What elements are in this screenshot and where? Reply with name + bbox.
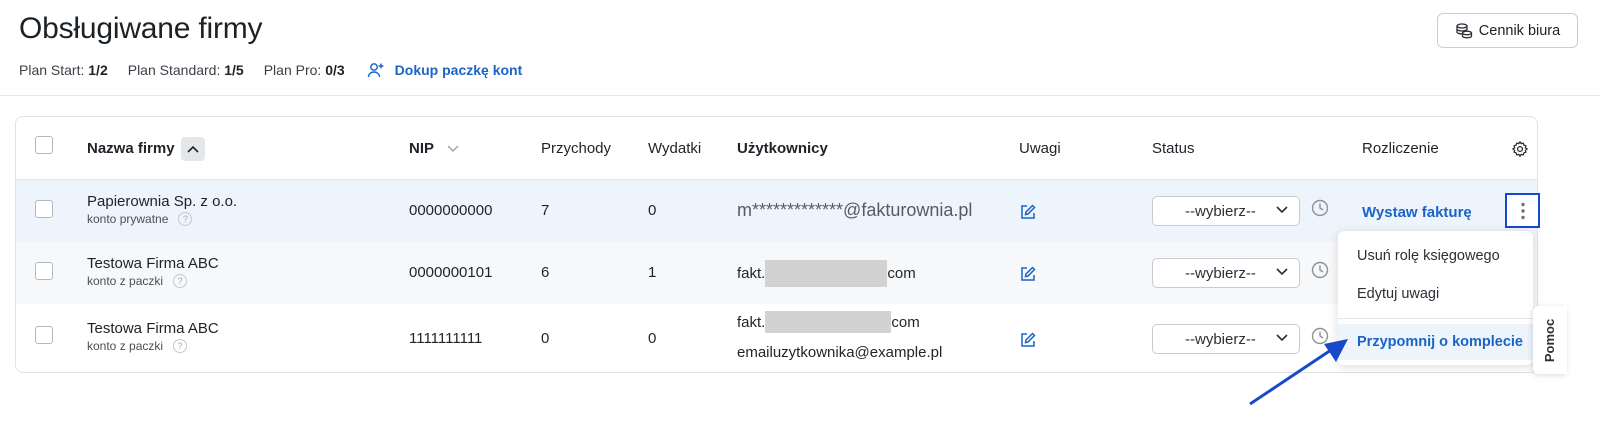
nip-value: 0000000000 (409, 202, 493, 219)
company-name: Testowa Firma ABC (87, 320, 219, 337)
row-checkbox[interactable] (35, 200, 53, 218)
select-all-checkbox[interactable] (35, 136, 53, 154)
help-icon[interactable]: ? (173, 339, 188, 353)
column-status: Status (1152, 140, 1195, 157)
help-icon[interactable]: ? (173, 274, 188, 288)
chevron-up-icon (186, 145, 199, 153)
plan-standard: Plan Standard: 1/5 (127, 62, 244, 78)
annotation-arrow-icon (1249, 339, 1348, 406)
page-title: Obsługiwane firmy (19, 12, 263, 45)
table-row[interactable]: Testowa Firma ABC konto z paczki ? 00000… (16, 242, 1537, 304)
column-income: Przychody (541, 140, 612, 157)
kebab-icon (1520, 202, 1525, 219)
income-value: 6 (541, 264, 550, 281)
help-icon[interactable]: ? (178, 212, 193, 226)
gear-icon (1511, 140, 1529, 157)
column-billing: Rozliczenie (1362, 140, 1439, 157)
help-tab[interactable]: Pomoc (1533, 306, 1567, 374)
edit-icon[interactable] (1019, 331, 1037, 349)
table-row[interactable]: Papierownia Sp. z o.o. konto prywatne ? … (16, 180, 1537, 242)
row-checkbox[interactable] (35, 326, 53, 344)
nip-value: 1111111111 (409, 330, 483, 347)
clock-icon[interactable] (1311, 261, 1329, 279)
clock-icon[interactable] (1311, 199, 1329, 217)
plan-start: Plan Start: 1/2 (19, 62, 108, 78)
more-actions-button[interactable] (1505, 193, 1540, 228)
chevron-down-icon (1276, 268, 1288, 276)
column-users: Użytkownicy (737, 140, 828, 157)
row-checkbox[interactable] (35, 262, 53, 280)
income-value: 7 (541, 202, 550, 219)
company-name: Papierownia Sp. z o.o. (87, 193, 238, 210)
user-email: fakt. com (737, 260, 916, 287)
edit-icon[interactable] (1019, 203, 1037, 221)
price-list-button[interactable]: Cennik biura (1437, 13, 1578, 48)
header-divider (0, 95, 1600, 96)
user-email-secondary: emailuzytkownika@example.pl (737, 344, 943, 361)
company-cell: Testowa Firma ABC konto z paczki ? (87, 255, 219, 288)
company-cell: Papierownia Sp. z o.o. konto prywatne ? (87, 193, 237, 226)
redacted-block (765, 311, 892, 333)
chevron-down-icon (447, 145, 459, 152)
status-select[interactable]: --wybierz-- (1152, 196, 1300, 226)
column-nip[interactable]: NIP (409, 117, 460, 180)
expenses-value: 1 (648, 264, 657, 281)
redacted-block (765, 260, 888, 287)
status-select[interactable]: --wybierz-- (1152, 258, 1300, 288)
menu-remove-accountant-role[interactable]: Usuń rolę księgowego (1357, 248, 1500, 264)
account-type: konto z paczki (87, 339, 164, 353)
expenses-value: 0 (648, 202, 657, 219)
account-type: konto z paczki (87, 274, 164, 288)
company-name: Testowa Firma ABC (87, 255, 219, 272)
sort-asc-button[interactable] (180, 136, 205, 161)
table-header: Nazwa firmy NIP Przychody Wydatki Użytko… (16, 117, 1537, 180)
nip-value: 0000000101 (409, 264, 493, 281)
user-email: fakt. com (737, 311, 920, 333)
menu-edit-notes[interactable]: Edytuj uwagi (1357, 286, 1439, 302)
company-cell: Testowa Firma ABC konto z paczki ? (87, 320, 219, 353)
menu-divider (1338, 318, 1533, 319)
plan-pro: Plan Pro: 0/3 (263, 62, 345, 78)
add-user-icon (367, 63, 384, 78)
coins-icon (1456, 22, 1472, 38)
user-email: m*************@fakturownia.pl (737, 200, 973, 220)
row-actions-menu: Usuń rolę księgowego Edytuj uwagi Przypo… (1338, 231, 1533, 365)
column-notes: Uwagi (1019, 140, 1061, 157)
menu-remind-documents[interactable]: Przypomnij o komplecie (1357, 334, 1523, 350)
buy-accounts-link[interactable]: Dokup paczkę kont (367, 61, 522, 79)
column-settings-button[interactable] (1511, 117, 1529, 180)
column-expenses: Wydatki (648, 140, 702, 157)
edit-icon[interactable] (1019, 265, 1037, 283)
income-value: 0 (541, 330, 550, 347)
plan-usage: Plan Start: 1/2 Plan Standard: 1/5 Plan … (19, 61, 522, 79)
expenses-value: 0 (648, 330, 657, 347)
column-name[interactable]: Nazwa firmy (87, 117, 205, 180)
account-type: konto prywatne (87, 212, 169, 226)
issue-invoice-link[interactable]: Wystaw fakturę (1362, 204, 1472, 221)
chevron-down-icon (1276, 206, 1288, 214)
